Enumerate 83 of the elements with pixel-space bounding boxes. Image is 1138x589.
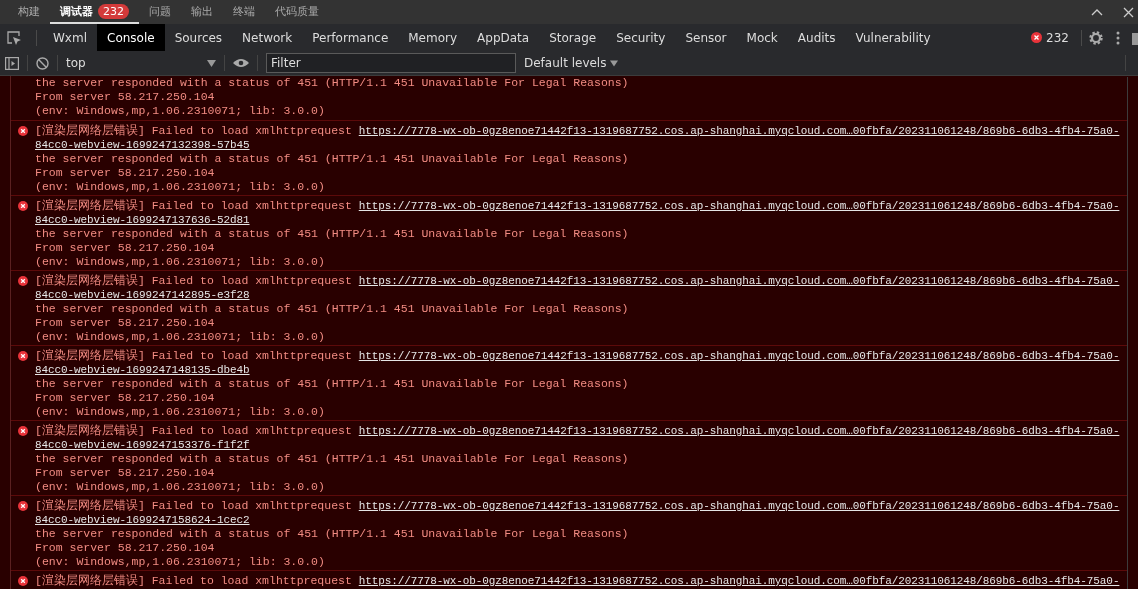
devtools-tab[interactable]: Mock [736, 24, 788, 51]
error-text: (env: Windows,mp,1.06.2310071; lib: 3.0.0) [35, 255, 325, 268]
devtools-tab[interactable]: Console [97, 24, 165, 51]
error-text: [渲染层网络层错误] Failed to load xmlhttprequest [35, 199, 352, 212]
error-text: From server 58.217.250.104 [35, 466, 215, 479]
url-link[interactable]: 84cc0-webview-1699247142895-e3f28 [35, 289, 250, 301]
error-text: the server responded with a status of 451 (HTTP/1.1 451 Unavailable For Legal Reasons) [35, 302, 629, 315]
error-count: 232 [1046, 30, 1069, 45]
error-text: From server 58.217.250.104 [35, 90, 215, 103]
devtools-tab[interactable]: Sources [164, 24, 233, 51]
error-text: (env: Windows,mp,1.06.2310071; lib: 3.0.0) [35, 330, 325, 343]
count-badge: 232 [98, 3, 129, 19]
devtools-tab[interactable]: Security [606, 24, 676, 51]
devtools-tab[interactable]: Network [232, 24, 303, 51]
log-levels-dropdown[interactable]: Default levels [524, 56, 619, 70]
error-text: (env: Windows,mp,1.06.2310071; lib: 3.0.0) [35, 104, 325, 117]
url-link[interactable]: 84cc0-webview-1699247158624-1cec2 [35, 514, 250, 526]
error-text: [渲染层网络层错误] Failed to load xmlhttprequest [35, 124, 352, 137]
error-text: [渲染层网络层错误] Failed to load xmlhttprequest [35, 349, 352, 362]
error-text: [渲染层网络层错误] Failed to load xmlhttprequest [35, 274, 352, 287]
error-text: the server responded with a status of 451 (HTTP/1.1 451 Unavailable For Legal Reasons) [35, 527, 629, 540]
error-text: From server 58.217.250.104 [35, 541, 215, 554]
error-icon [18, 576, 28, 586]
error-text: From server 58.217.250.104 [35, 166, 215, 179]
error-text: (env: Windows,mp,1.06.2310071; lib: 3.0.0) [35, 555, 325, 568]
panel-tab[interactable]: 输出 [181, 0, 223, 24]
devtools-tab[interactable]: Wxml [43, 24, 97, 51]
url-link[interactable]: 84cc0-webview-1699247148135-dbe4b [35, 364, 250, 376]
context-select[interactable]: top [66, 56, 216, 70]
error-icon [18, 426, 28, 436]
url-link[interactable]: 84cc0-webview-1699247153376-f1f2f [35, 439, 250, 451]
error-text: (env: Windows,mp,1.06.2310071; lib: 3.0.0) [35, 405, 325, 418]
error-text: From server 58.217.250.104 [35, 391, 215, 404]
dropdown-arrow-icon [610, 59, 619, 67]
chevron-up-icon[interactable] [1091, 8, 1103, 16]
error-text: [渲染层网络层错误] Failed to load xmlhttprequest [35, 574, 352, 587]
inspect-icon[interactable] [6, 29, 22, 46]
devtools-tab[interactable]: Audits [787, 24, 846, 51]
devtools-tab[interactable]: Memory [398, 24, 468, 51]
clear-console-icon[interactable] [36, 56, 49, 70]
url-link[interactable]: https://7778-wx-ob-0gz8enoe71442f13-1319687752.cos.ap-shanghai.myqcloud.com…00fbfa/202311061248/869b6-6db3-4fb4-75a0- [358, 500, 1120, 512]
error-text: the server responded with a status of 451 (HTTP/1.1 451 Unavailable For Legal Reasons) [35, 152, 629, 165]
error-icon [18, 201, 28, 211]
url-link[interactable]: https://7778-wx-ob-0gz8enoe71442f13-1319687752.cos.ap-shanghai.myqcloud.com…00fbfa/202311061248/869b6-6db3-4fb4-75a0- [358, 575, 1120, 587]
url-link[interactable]: https://7778-wx-ob-0gz8enoe71442f13-1319687752.cos.ap-shanghai.myqcloud.com…00fbfa/202311061248/869b6-6db3-4fb4-75a0- [358, 350, 1120, 362]
url-link[interactable]: 84cc0-webview-1699247132398-57b45 [35, 139, 250, 151]
devtools-tab[interactable]: Sensor [675, 24, 737, 51]
error-icon [18, 126, 28, 136]
error-text: [渲染层网络层错误] Failed to load xmlhttprequest [35, 424, 352, 437]
error-text: [渲染层网络层错误] Failed to load xmlhttprequest [35, 499, 352, 512]
url-link[interactable]: https://7778-wx-ob-0gz8enoe71442f13-1319687752.cos.ap-shanghai.myqcloud.com…00fbfa/202311061248/869b6-6db3-4fb4-75a0- [358, 200, 1120, 212]
close-icon[interactable] [1123, 6, 1134, 18]
url-link[interactable]: https://7778-wx-ob-0gz8enoe71442f13-1319687752.cos.ap-shanghai.myqcloud.com…00fbfa/202311061248/869b6-6db3-4fb4-75a0- [358, 275, 1120, 287]
error-text: From server 58.217.250.104 [35, 316, 215, 329]
error-text: the server responded with a status of 451 (HTTP/1.1 451 Unavailable For Legal Reasons) [35, 377, 629, 390]
error-icon [18, 276, 28, 286]
error-icon [18, 501, 28, 511]
panel-tab[interactable]: 构建 [8, 0, 50, 24]
dock-icon[interactable] [1132, 30, 1138, 45]
panel-tab[interactable]: 终端 [223, 0, 265, 24]
panel-tab[interactable]: 问题 [139, 0, 181, 24]
filter-field[interactable]: Filter [266, 53, 516, 73]
error-text: From server 58.217.250.104 [35, 241, 215, 254]
eye-icon[interactable] [233, 58, 249, 68]
error-text: the server responded with a status of 451 (HTTP/1.1 451 Unavailable For Legal Reasons) [35, 452, 629, 465]
devtools-tab[interactable]: Performance [302, 24, 399, 51]
url-link[interactable]: https://7778-wx-ob-0gz8enoe71442f13-1319687752.cos.ap-shanghai.myqcloud.com…00fbfa/202311061248/869b6-6db3-4fb4-75a0- [358, 125, 1120, 137]
error-icon [18, 351, 28, 361]
devtools-tab[interactable]: AppData [467, 24, 540, 51]
url-link[interactable]: https://7778-wx-ob-0gz8enoe71442f13-1319687752.cos.ap-shanghai.myqcloud.com…00fbfa/202311061248/869b6-6db3-4fb4-75a0- [358, 425, 1120, 437]
error-text: (env: Windows,mp,1.06.2310071; lib: 3.0.0) [35, 180, 325, 193]
settings-icon[interactable] [1088, 29, 1104, 46]
sidebar-toggle-icon[interactable] [5, 56, 19, 70]
more-options-icon[interactable] [1116, 30, 1120, 45]
dropdown-arrow-icon [207, 59, 216, 67]
panel-tab[interactable]: 代码质量 [265, 0, 329, 24]
url-link[interactable]: 84cc0-webview-1699247137636-52d81 [35, 214, 250, 226]
error-text: (env: Windows,mp,1.06.2310071; lib: 3.0.0) [35, 480, 325, 493]
devtools-tab[interactable]: Storage [539, 24, 607, 51]
error-text: the server responded with a status of 451 (HTTP/1.1 451 Unavailable For Legal Reasons) [35, 227, 629, 240]
error-icon [1031, 32, 1043, 43]
error-text: the server responded with a status of 451 (HTTP/1.1 451 Unavailable For Legal Reasons) [35, 76, 629, 89]
devtools-tab[interactable]: Vulnerability [845, 24, 941, 51]
